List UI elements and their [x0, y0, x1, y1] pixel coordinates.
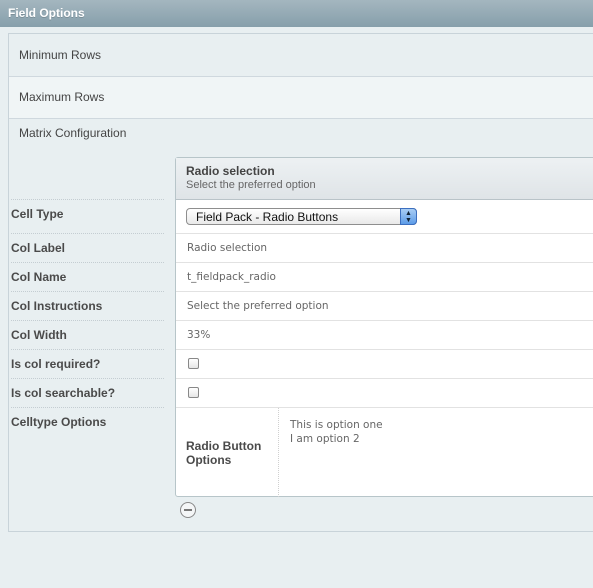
setting-minimum-rows: Minimum Rows [9, 34, 593, 77]
label-col-width: Col Width [11, 320, 164, 342]
label-col-label: Col Label [11, 233, 164, 255]
col-instructions-input[interactable]: Select the preferred option [176, 292, 593, 321]
cell-type-select[interactable]: Field Pack - Radio Buttons ▲ ▼ [186, 208, 417, 225]
label-col-instructions: Col Instructions [11, 291, 164, 313]
minus-circle-icon[interactable] [180, 502, 196, 518]
col-label-value: Radio selection [187, 242, 268, 254]
column-subtitle: Select the preferred option [186, 179, 316, 191]
column-title: Radio selection [186, 164, 275, 178]
label-is-col-required: Is col required? [11, 349, 164, 371]
field-options-header: Field Options [0, 0, 593, 27]
matrix-configuration-label: Matrix Configuration [19, 126, 127, 140]
label-cell-type: Cell Type [11, 199, 164, 221]
column-header[interactable]: Radio selection Select the preferred opt… [176, 158, 593, 200]
up-down-arrows-icon: ▲ ▼ [400, 208, 417, 225]
cell-type-cell: Field Pack - Radio Buttons ▲ ▼ [176, 200, 593, 234]
minimum-rows-label: Minimum Rows [19, 48, 102, 62]
label-is-col-searchable: Is col searchable? [11, 378, 164, 400]
matrix-column-card: Radio selection Select the preferred opt… [175, 157, 593, 497]
is-col-searchable-checkbox[interactable] [188, 387, 199, 398]
col-name-input[interactable]: t_fieldpack_radio [176, 263, 593, 292]
col-label-input[interactable]: Radio selection [176, 234, 593, 263]
maximum-rows-label: Maximum Rows [19, 90, 105, 104]
cell-type-value: Field Pack - Radio Buttons [196, 210, 339, 224]
celltype-options-cell: Radio Button Options This is option one … [176, 408, 593, 497]
radio-button-options-label: Radio Button Options [176, 408, 279, 497]
radio-button-options-textarea[interactable]: This is option one I am option 2 [290, 418, 383, 446]
col-instructions-value: Select the preferred option [187, 300, 329, 312]
setting-matrix-configuration: Matrix Configuration [9, 119, 593, 149]
col-width-input[interactable]: 33% [176, 321, 593, 350]
is-col-required-checkbox[interactable] [188, 358, 199, 369]
setting-maximum-rows: Maximum Rows [9, 77, 593, 119]
is-col-searchable-cell [176, 379, 593, 408]
label-col-name: Col Name [11, 262, 164, 284]
is-col-required-cell [176, 350, 593, 379]
header-title: Field Options [8, 6, 85, 20]
label-celltype-options: Celltype Options [11, 407, 164, 429]
col-width-value: 33% [187, 329, 211, 341]
col-name-value: t_fieldpack_radio [187, 271, 276, 283]
